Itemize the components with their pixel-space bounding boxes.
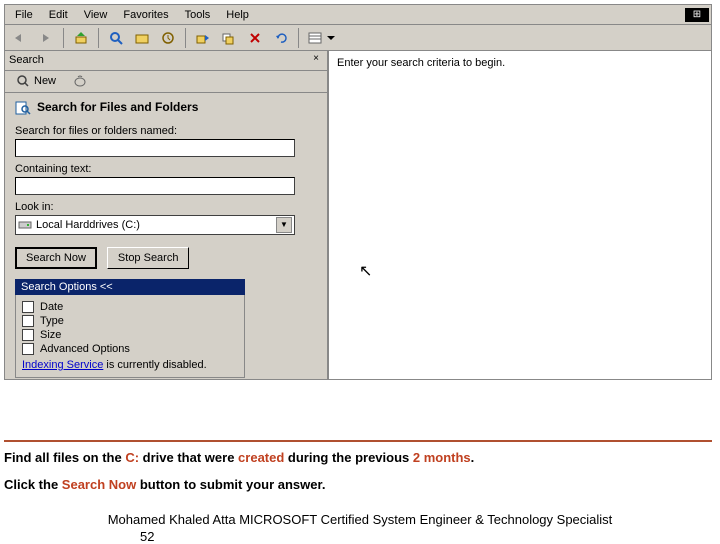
option-size-row: Size — [22, 329, 238, 341]
instruction-line-1: Find all files on the C: drive that were… — [4, 450, 712, 465]
indexing-line: Indexing Service is currently disabled. — [22, 359, 238, 371]
divider — [4, 440, 712, 442]
copy-to-icon[interactable] — [218, 27, 240, 49]
delete-icon[interactable] — [244, 27, 266, 49]
page-number: 52 — [140, 529, 720, 544]
type-label: Type — [40, 315, 64, 327]
search-pane-title: Search — [9, 54, 309, 66]
option-date-row: Date — [22, 301, 238, 313]
drive-icon — [18, 218, 32, 232]
new-search-button[interactable]: New — [9, 72, 63, 90]
back-button[interactable] — [9, 27, 31, 49]
search-section-title: Search for Files and Folders — [15, 99, 317, 115]
search-pane-sub: New — [5, 71, 327, 93]
search-pane-header: Search × — [5, 51, 327, 71]
text-field-label: Containing text: — [15, 163, 317, 175]
indexing-suffix: is currently disabled. — [103, 359, 206, 371]
views-icon[interactable] — [305, 27, 337, 49]
forward-button[interactable] — [35, 27, 57, 49]
advanced-checkbox[interactable] — [22, 343, 34, 355]
close-pane-button[interactable]: × — [309, 53, 323, 67]
lookin-label: Look in: — [15, 201, 317, 213]
lookin-dropdown[interactable]: Local Harddrives (C:) ▼ — [15, 215, 295, 235]
search-icon[interactable] — [105, 27, 127, 49]
menu-edit[interactable]: Edit — [41, 7, 76, 23]
option-type-row: Type — [22, 315, 238, 327]
main-area: Search × New Search for Files and Folder… — [5, 51, 711, 379]
results-prompt: Enter your search criteria to begin. — [337, 57, 703, 69]
menu-file[interactable]: File — [7, 7, 41, 23]
search-options-header[interactable]: Search Options << — [15, 279, 245, 295]
name-field-label: Search for files or folders named: — [15, 125, 317, 137]
windows-flag-icon: ⊞ — [685, 8, 709, 22]
customize-icon[interactable] — [69, 70, 91, 92]
lookin-value: Local Harddrives (C:) — [36, 219, 276, 231]
explorer-window: File Edit View Favorites Tools Help ⊞ Se… — [4, 4, 712, 380]
results-pane: Enter your search criteria to begin. ↖ — [329, 51, 711, 379]
history-icon[interactable] — [157, 27, 179, 49]
instruction-line-2: Click the Search Now button to submit yo… — [4, 477, 712, 492]
containing-text-input[interactable] — [15, 177, 295, 195]
option-advanced-row: Advanced Options — [22, 343, 238, 355]
search-body: Search for Files and Folders Search for … — [5, 93, 327, 379]
toolbar — [5, 25, 711, 51]
undo-icon[interactable] — [270, 27, 292, 49]
menu-tools[interactable]: Tools — [177, 7, 219, 23]
filename-input[interactable] — [15, 139, 295, 157]
mouse-cursor-icon: ↖ — [359, 261, 372, 281]
footer: Mohamed Khaled Atta MICROSOFT Certified … — [0, 512, 720, 544]
date-label: Date — [40, 301, 63, 313]
indexing-service-link[interactable]: Indexing Service — [22, 359, 103, 371]
new-icon — [16, 74, 30, 88]
menubar: File Edit View Favorites Tools Help ⊞ — [5, 5, 711, 25]
search-options-body: Date Type Size Advanced Options — [15, 295, 245, 378]
instructions-block: Find all files on the C: drive that were… — [4, 440, 712, 492]
size-label: Size — [40, 329, 61, 341]
size-checkbox[interactable] — [22, 329, 34, 341]
date-checkbox[interactable] — [22, 301, 34, 313]
up-button[interactable] — [70, 27, 92, 49]
search-pane: Search × New Search for Files and Folder… — [5, 51, 329, 379]
menu-help[interactable]: Help — [218, 7, 257, 23]
folders-icon[interactable] — [131, 27, 153, 49]
menu-favorites[interactable]: Favorites — [115, 7, 176, 23]
move-to-icon[interactable] — [192, 27, 214, 49]
search-now-button[interactable]: Search Now — [15, 247, 97, 269]
chevron-down-icon[interactable]: ▼ — [276, 217, 292, 233]
new-label: New — [34, 75, 56, 87]
footer-text: Mohamed Khaled Atta MICROSOFT Certified … — [108, 512, 613, 527]
search-files-icon — [15, 99, 31, 115]
section-title-text: Search for Files and Folders — [37, 100, 198, 114]
type-checkbox[interactable] — [22, 315, 34, 327]
stop-search-button[interactable]: Stop Search — [107, 247, 190, 269]
menu-view[interactable]: View — [76, 7, 116, 23]
advanced-label: Advanced Options — [40, 343, 130, 355]
